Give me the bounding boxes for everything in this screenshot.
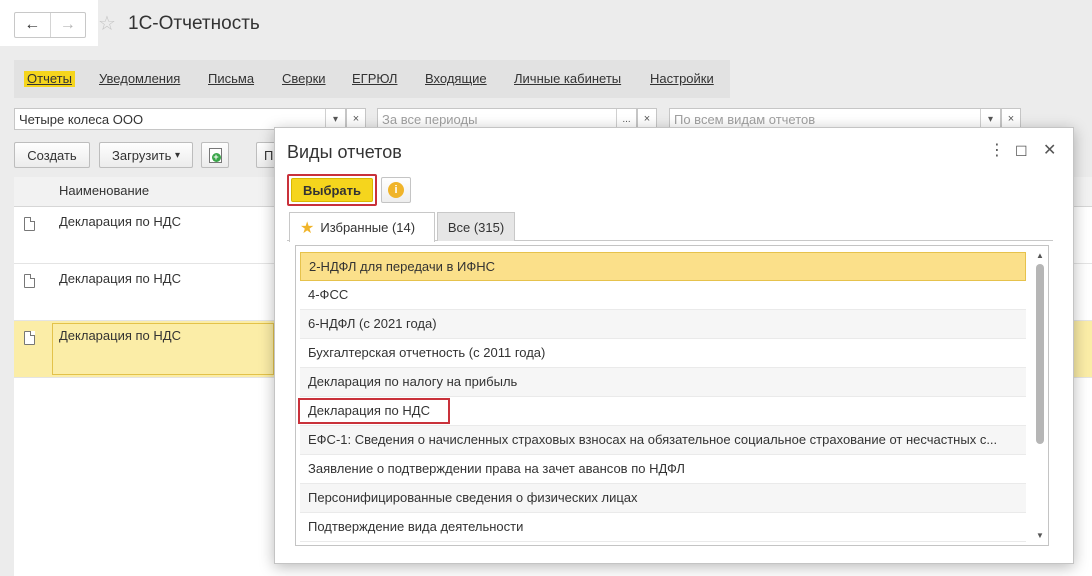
menu-item-reports[interactable]: Отчеты [24,71,75,87]
forward-button[interactable]: → [51,13,86,37]
more-actions-icon[interactable]: ⋮ [989,141,1005,161]
organization-value: Четыре колеса ООО [19,112,144,127]
load-button-label: Загрузить [111,147,172,163]
maximize-icon[interactable]: ☐ [1015,141,1028,161]
load-button[interactable]: Загрузить ▾ [99,142,193,168]
period-placeholder: За все периоды [382,112,478,127]
document-icon [24,274,35,288]
list-scrollbar[interactable]: ▲ ▼ [1033,250,1047,542]
menu-item-notifications[interactable]: Уведомления [99,71,180,87]
close-icon: × [352,113,360,125]
document-icon [24,217,35,231]
chevron-down-icon: ▾ [332,113,339,125]
add-document-icon: + [208,147,222,163]
chevron-down-icon: ▾ [174,149,180,161]
back-button[interactable]: ← [15,13,51,37]
create-button[interactable]: Создать [14,142,90,168]
tab-favorites-label: Избранные (14) [320,220,416,235]
scroll-up-icon[interactable]: ▲ [1033,250,1047,262]
ellipsis-icon: ... [622,113,631,125]
star-icon: ★ [300,219,315,237]
choose-button-highlight: Выбрать [287,174,377,206]
list-item[interactable]: Бухгалтерская отчетность (с 2011 года) [300,339,1026,368]
list-item[interactable]: Декларация по НДС [300,397,1026,426]
report-types-list: 2-НДФЛ для передачи в ИФНС 4-ФСС 6-НДФЛ … [295,245,1049,546]
tab-all-label: Все (315) [447,219,505,235]
section-menu: Отчеты Уведомления Письма Сверки ЕГРЮЛ В… [14,60,730,98]
info-icon: i [388,182,404,198]
menu-item-letters[interactable]: Письма [208,71,254,87]
row-name: Декларация по НДС [59,214,181,229]
list-item[interactable]: Подтверждение вида деятельности [300,513,1026,542]
close-icon: × [643,113,651,125]
list-item[interactable]: Декларация по налогу на прибыль [300,368,1026,397]
dialog-title: Виды отчетов [287,142,402,162]
navigation-buttons: ← → [14,12,86,38]
choose-button[interactable]: Выбрать [291,178,373,202]
row-name: Декларация по НДС [59,271,181,286]
tab-all[interactable]: Все (315) [437,212,515,241]
list-item[interactable]: Заявление о подтверждении права на зачет… [300,455,1026,484]
menu-item-settings[interactable]: Настройки [650,71,714,87]
list-item[interactable]: 6-НДФЛ (с 2021 года) [300,310,1026,339]
list-item[interactable]: Персонифицированные сведения о физически… [300,484,1026,513]
page-title: 1С-Отчетность [128,13,260,34]
period-choose-button[interactable]: ... [616,109,636,129]
favorite-star-icon[interactable]: ☆ [98,12,116,36]
menu-item-personal-accounts[interactable]: Личные кабинеты [514,71,621,87]
document-icon [24,331,35,345]
scroll-track[interactable] [1036,264,1044,528]
arrow-left-icon: ← [24,16,41,33]
chevron-down-icon: ▾ [987,113,994,125]
list-item[interactable]: 4-ФСС [300,281,1026,310]
report-kind-placeholder: По всем видам отчетов [674,112,816,127]
close-icon[interactable]: ✕ [1043,141,1056,161]
list-item[interactable]: ЕФС-1: Сведения о начисленных страховых … [300,426,1026,455]
scroll-thumb[interactable] [1036,264,1044,444]
tab-favorites[interactable]: ★ Избранные (14) [289,212,435,242]
menu-item-reconciliations[interactable]: Сверки [282,71,326,87]
menu-item-egrul[interactable]: ЕГРЮЛ [352,71,397,87]
info-button[interactable]: i [381,177,411,203]
scroll-down-icon[interactable]: ▼ [1033,530,1047,542]
arrow-right-icon: → [59,16,76,33]
list-item[interactable]: 2-НДФЛ для передачи в ИФНС [300,252,1026,281]
add-document-button[interactable]: + [201,142,229,168]
report-kind-dropdown-button[interactable]: ▾ [980,109,1000,129]
column-header-name[interactable]: Наименование [59,183,149,199]
menu-item-incoming[interactable]: Входящие [425,71,487,87]
close-icon: × [1007,113,1015,125]
organization-dropdown-button[interactable]: ▾ [325,109,345,129]
row-name: Декларация по НДС [59,328,181,343]
report-types-dialog: Виды отчетов ⋮ ☐ ✕ Выбрать i ★ Избранные… [274,127,1074,564]
